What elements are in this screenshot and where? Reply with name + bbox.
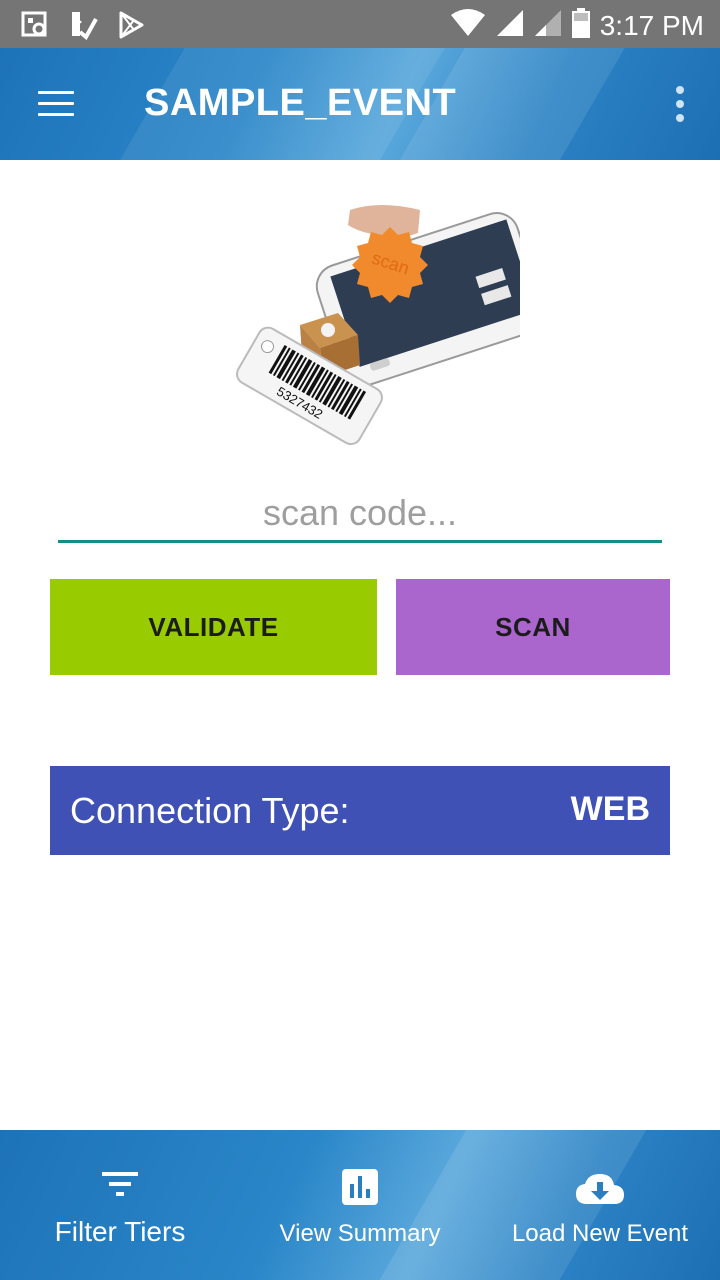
cloud-download-icon xyxy=(575,1172,625,1211)
connection-type-banner: Connection Type: WEB xyxy=(50,766,670,855)
hamburger-menu-icon[interactable] xyxy=(26,82,86,126)
page-title: SAMPLE_EVENT xyxy=(144,82,457,124)
bar-chart-icon xyxy=(341,1168,379,1211)
connection-type-label: Connection Type: xyxy=(70,790,350,831)
scan-code-input[interactable] xyxy=(58,486,662,543)
status-time: 3:17 PM xyxy=(599,9,704,41)
nav-view-summary-label: View Summary xyxy=(279,1220,441,1247)
play-store-icon xyxy=(116,10,146,40)
signal-icon xyxy=(496,9,524,42)
hero-illustration: scan 5327432 xyxy=(230,205,545,450)
nav-filter-tiers-label: Filter Tiers xyxy=(54,1216,186,1247)
app-bar: SAMPLE_EVENT xyxy=(0,48,720,160)
battery-icon xyxy=(571,8,590,43)
nav-filter-tiers[interactable]: Filter Tiers xyxy=(0,1130,240,1280)
wifi-icon xyxy=(450,9,486,42)
bottom-navigation: Filter Tiers View Summary Load New Event xyxy=(0,1130,720,1280)
connection-type-value: WEB xyxy=(570,790,650,828)
signal-weak-icon xyxy=(534,9,562,42)
tasks-icon xyxy=(68,10,98,41)
filter-icon xyxy=(100,1170,140,1205)
nav-load-new-event[interactable]: Load New Event xyxy=(480,1130,720,1280)
status-bar: 3:17 PM xyxy=(0,0,720,48)
nav-load-new-event-label: Load New Event xyxy=(511,1220,689,1247)
more-vert-icon[interactable] xyxy=(668,84,692,124)
screenshot-icon xyxy=(20,10,50,40)
validate-button[interactable]: VALIDATE xyxy=(50,579,377,675)
nav-view-summary[interactable]: View Summary xyxy=(240,1130,480,1280)
scan-button[interactable]: SCAN xyxy=(396,579,670,675)
